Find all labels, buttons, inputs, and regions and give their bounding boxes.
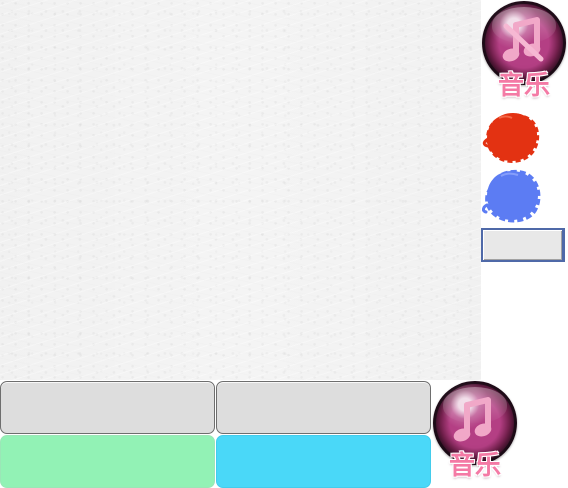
music-toggle-button-top[interactable]: 音乐	[481, 0, 567, 108]
music-muted-icon	[502, 17, 544, 62]
music-label-top: 音乐	[497, 71, 550, 101]
blue-ink-button[interactable]	[481, 166, 543, 224]
music-label-bottom: 音乐	[448, 451, 501, 481]
cyan-panel-button[interactable]	[216, 435, 431, 488]
green-panel-button[interactable]	[0, 435, 215, 488]
small-input-field[interactable]	[481, 228, 565, 262]
red-ink-blot-icon	[482, 113, 540, 163]
paper-textured-area	[0, 0, 481, 380]
gray-panel-button-left[interactable]	[0, 381, 215, 434]
music-button-bottom[interactable]: 音乐	[432, 380, 518, 488]
app-canvas: 音乐 音乐	[0, 0, 568, 488]
red-ink-button[interactable]	[481, 108, 543, 166]
blue-ink-blot-icon	[482, 169, 541, 223]
music-note-icon	[453, 397, 492, 442]
gray-panel-button-right[interactable]	[216, 381, 431, 434]
